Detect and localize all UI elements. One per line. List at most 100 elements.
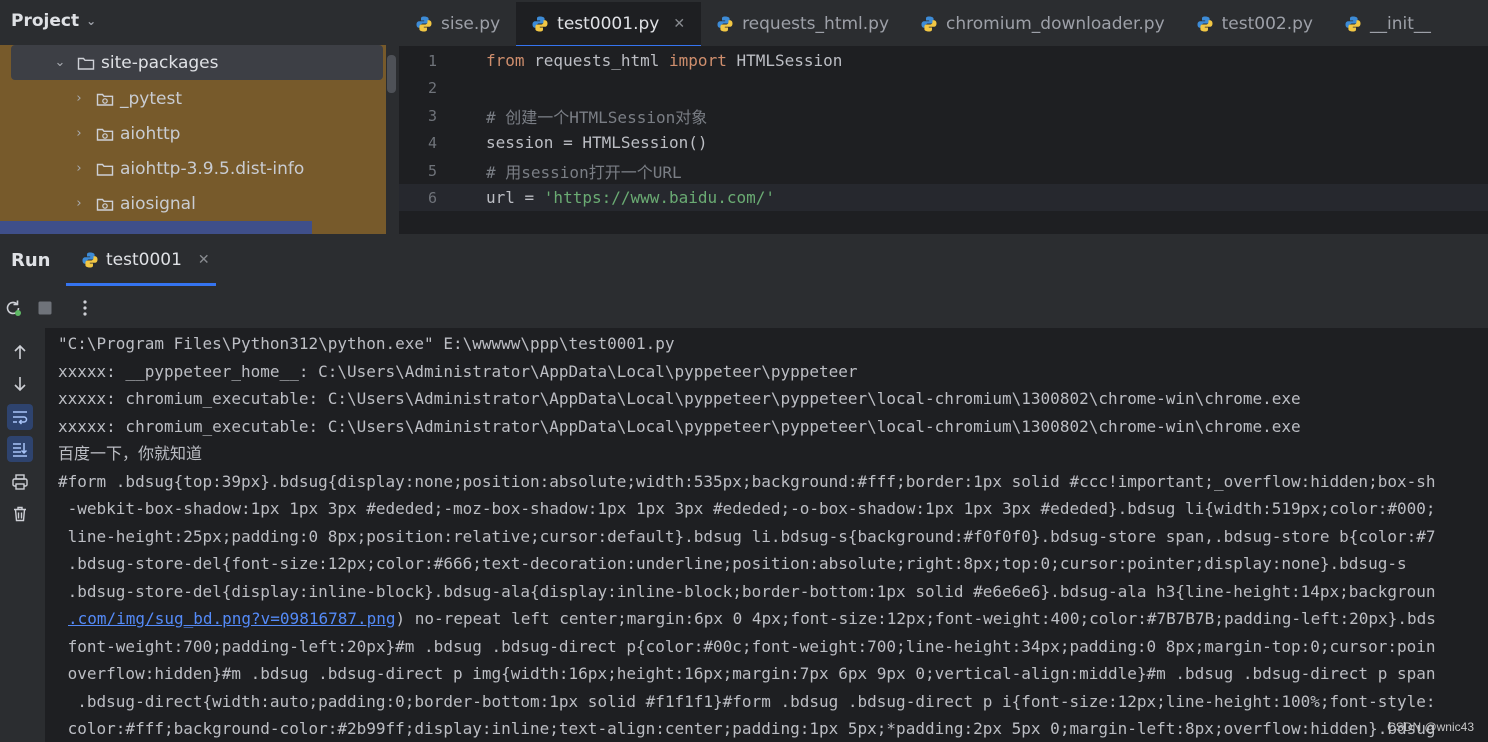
- line-number: 1: [427, 51, 437, 70]
- code-text: session = HTMLSession(): [486, 133, 708, 152]
- console-line: .bdsug-store-del{display:inline-block}.b…: [58, 582, 1436, 601]
- tree-item-aiosignal[interactable]: › aiosignal: [0, 186, 386, 221]
- console-line: xxxxx: chromium_executable: C:\Users\Adm…: [58, 389, 1301, 408]
- line-number: 4: [427, 133, 437, 152]
- tab-label: test002.py: [1221, 14, 1313, 34]
- project-title: Project: [11, 11, 80, 31]
- tab-init[interactable]: __init__: [1329, 2, 1447, 46]
- console-line: xxxxx: __pyppeteer_home__: C:\Users\Admi…: [58, 362, 858, 381]
- code-string: 'https://www.baidu.com/': [543, 188, 775, 207]
- python-file-icon: [716, 15, 734, 33]
- code-line[interactable]: 1 from requests_html import HTMLSession: [399, 47, 1488, 74]
- chevron-right-icon[interactable]: ›: [70, 91, 88, 106]
- code-line[interactable]: 3 # 创建一个HTMLSession对象: [399, 102, 1488, 129]
- arrow-down-icon[interactable]: [7, 371, 33, 397]
- tree-item-label: aiosignal: [120, 193, 196, 214]
- code-line[interactable]: 5 # 用session打开一个URL: [399, 157, 1488, 184]
- console-line: 百度一下，你就知道: [58, 444, 203, 463]
- line-number: 5: [427, 161, 437, 180]
- watermark: CSDN @wnic43: [1387, 720, 1474, 734]
- close-icon[interactable]: ✕: [673, 16, 685, 32]
- chevron-right-icon[interactable]: ›: [70, 161, 88, 176]
- tree-item-aiohttp-dist-info[interactable]: › aiohttp-3.9.5.dist-info: [0, 151, 386, 186]
- code-text: url =: [486, 188, 544, 207]
- package-folder-icon: [96, 126, 114, 142]
- keyword: from: [486, 51, 525, 70]
- python-file-icon: [920, 15, 938, 33]
- code-comment: # 用session打开一个URL: [486, 162, 682, 182]
- soft-wrap-icon[interactable]: [7, 404, 33, 430]
- python-file-icon: [1196, 15, 1214, 33]
- code-line-current[interactable]: 6 url = 'https://www.baidu.com/': [399, 184, 1488, 211]
- trash-icon[interactable]: [7, 501, 33, 527]
- line-number: 3: [427, 106, 437, 125]
- tree-item-label: site-packages: [101, 52, 219, 73]
- print-icon[interactable]: [7, 469, 33, 495]
- run-tab-label: test0001: [106, 250, 182, 270]
- project-view-selector[interactable]: Project ⌄: [0, 0, 399, 42]
- code-line[interactable]: 2: [399, 74, 1488, 101]
- keyword: import: [669, 51, 727, 70]
- run-toolbar: [0, 286, 1488, 328]
- chevron-right-icon[interactable]: ›: [70, 196, 88, 211]
- tree-scrollbar[interactable]: [386, 45, 399, 234]
- code-text: requests_html: [524, 51, 670, 70]
- run-title: Run: [11, 249, 51, 271]
- project-tree: ⌄ site-packages › _pytest › aiohttp › ai…: [0, 45, 386, 234]
- code-text: HTMLSession: [726, 51, 843, 70]
- tab-requests-html[interactable]: requests_html.py: [701, 2, 905, 46]
- rerun-icon[interactable]: [2, 297, 24, 319]
- tab-label: requests_html.py: [742, 14, 890, 34]
- console-line: .bdsug-store-del{font-size:12px;color:#6…: [58, 554, 1407, 573]
- package-folder-icon: [96, 196, 114, 212]
- code-editor[interactable]: 1 from requests_html import HTMLSession …: [399, 46, 1488, 234]
- console-line: overflow:hidden}#m .bdsug .bdsug-direct …: [58, 664, 1436, 683]
- console-link[interactable]: .com/img/sug_bd.png?v=09816787.png: [68, 609, 396, 628]
- run-tab-test0001[interactable]: test0001 ✕: [66, 234, 216, 286]
- console-line: color:#fff;background-color:#2b99ff;disp…: [58, 719, 1436, 738]
- code-comment: # 创建一个HTMLSession对象: [486, 107, 708, 127]
- console-output[interactable]: "C:\Program Files\Python312\python.exe" …: [45, 328, 1488, 742]
- project-panel: Project ⌄ ⌄ site-packages › _pytest › ai…: [0, 0, 399, 234]
- tab-label: chromium_downloader.py: [946, 14, 1165, 34]
- folder-icon: [96, 161, 114, 177]
- tree-item-label: _pytest: [120, 88, 182, 109]
- arrow-up-icon[interactable]: [7, 339, 33, 365]
- stop-icon[interactable]: [34, 297, 56, 319]
- python-file-icon: [81, 251, 99, 269]
- close-icon[interactable]: ✕: [198, 252, 210, 268]
- console-line: "C:\Program Files\Python312\python.exe" …: [58, 334, 675, 353]
- tab-label: __init__: [1370, 14, 1431, 34]
- tab-test0001[interactable]: test0001.py ✕: [516, 2, 702, 46]
- python-file-icon: [531, 15, 549, 33]
- tab-chromium-downloader[interactable]: chromium_downloader.py: [905, 2, 1181, 46]
- editor-tabbar: sise.py test0001.py ✕ requests_html.py c…: [399, 0, 1488, 47]
- chevron-down-icon: ⌄: [86, 14, 97, 28]
- scroll-to-end-icon[interactable]: [7, 436, 33, 462]
- tree-item-label: aiohttp: [120, 123, 181, 144]
- tree-item-site-packages[interactable]: ⌄ site-packages: [11, 45, 383, 80]
- chevron-right-icon[interactable]: ›: [70, 126, 88, 141]
- tab-label: sise.py: [441, 14, 501, 34]
- folder-icon: [77, 55, 95, 71]
- console-line: .com/img/sug_bd.png?v=09816787.png) no-r…: [68, 605, 1436, 632]
- console-line: #form .bdsug{top:39px}.bdsug{display:non…: [58, 472, 1436, 491]
- tree-item-pytest[interactable]: › _pytest: [0, 81, 386, 116]
- console-line: .bdsug-direct{width:auto;padding:0;borde…: [58, 692, 1436, 711]
- package-folder-icon: [96, 91, 114, 107]
- tree-item-aiohttp[interactable]: › aiohttp: [0, 116, 386, 151]
- chevron-down-icon[interactable]: ⌄: [51, 55, 69, 70]
- console-side-toolbar: [0, 328, 45, 742]
- tab-sise[interactable]: sise.py: [399, 2, 516, 46]
- more-options-icon[interactable]: [74, 297, 96, 319]
- line-number: 6: [427, 188, 437, 207]
- line-number: 2: [427, 78, 437, 97]
- console-text: ) no-repeat left center;margin:6px 0 4px…: [395, 609, 1436, 628]
- code-line[interactable]: 4 session = HTMLSession(): [399, 129, 1488, 156]
- console-line: -webkit-box-shadow:1px 1px 3px #ededed;-…: [58, 499, 1436, 518]
- tree-item-partial-selected[interactable]: [0, 221, 312, 234]
- python-file-icon: [415, 15, 433, 33]
- console-line: font-weight:700;padding-left:20px}#m .bd…: [58, 637, 1436, 656]
- tab-label: test0001.py: [557, 14, 660, 34]
- tab-test002[interactable]: test002.py: [1181, 2, 1329, 46]
